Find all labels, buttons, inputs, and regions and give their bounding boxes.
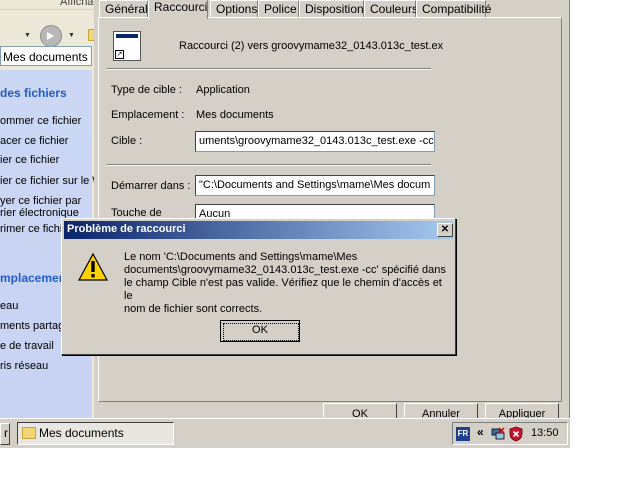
place-network[interactable]: ris réseau <box>0 360 48 372</box>
explorer-menubar: Affichage <box>0 0 100 10</box>
tab-raccourci[interactable]: Raccourci <box>148 0 208 19</box>
tab-options[interactable]: Options <box>210 0 258 18</box>
target-type-label: Type de cible : <box>111 84 182 96</box>
tab-compatibilite[interactable]: Compatibilité <box>416 0 491 18</box>
error-message: Le nom 'C:\Documents and Settings\mame\M… <box>124 251 446 315</box>
shortcut-arrow-icon: ↗ <box>115 50 124 59</box>
tab-couleurs[interactable]: Couleurs <box>364 0 418 18</box>
address-value: Mes documents <box>3 50 88 64</box>
address-bar[interactable]: Mes documents <box>0 46 92 66</box>
explorer-window: Affichage ▼ ▼ Mes documents des fichiers… <box>0 0 100 418</box>
forward-dropdown-icon[interactable]: ▼ <box>68 32 75 39</box>
tab-strip: Général Raccourci Options Police Disposi… <box>94 0 570 19</box>
task-copy-file[interactable]: ier ce fichier <box>0 154 59 166</box>
error-dialog-titlebar[interactable]: Problème de raccourci ✕ <box>64 221 453 239</box>
task-move-file[interactable]: acer ce fichier <box>0 135 68 147</box>
taskbar-item-mes-documents[interactable]: Mes documents <box>17 422 174 445</box>
separator <box>107 164 431 166</box>
start-in-input-value: "C:\Documents and Settings\mame\Mes docu… <box>199 179 431 191</box>
shortcut-name: Raccourci (2) vers groovymame32_0143.013… <box>179 40 444 52</box>
forward-arrow-icon[interactable] <box>40 25 62 47</box>
folder-icon <box>22 427 36 439</box>
task-publish-file[interactable]: ier ce fichier sur le W <box>0 175 100 187</box>
start-button[interactable]: r <box>0 423 10 445</box>
explorer-toolbar: ▼ ▼ <box>0 10 100 47</box>
taskbar-item-label: Mes documents <box>39 426 124 440</box>
network-icon[interactable] <box>491 427 505 441</box>
target-label: Cible : <box>111 135 143 147</box>
separator <box>107 68 431 70</box>
start-in-label: Démarrer dans : <box>111 180 191 192</box>
start-in-input[interactable]: "C:\Documents and Settings\mame\Mes docu… <box>195 175 435 196</box>
target-input[interactable]: uments\groovymame32_0143.013c_test.exe -… <box>195 131 435 152</box>
taskbar: r Mes documents FR « 13:50 <box>0 418 570 448</box>
tab-disposition[interactable]: Disposition <box>299 0 364 18</box>
target-input-value: uments\groovymame32_0143.013c_test.exe -… <box>199 135 435 147</box>
warning-icon <box>78 253 108 281</box>
task-print-file[interactable]: rimer ce fichi <box>0 223 62 235</box>
location-value: Mes documents <box>196 109 274 121</box>
task-section-header-files[interactable]: des fichiers <box>0 86 67 100</box>
location-label: Emplacement : <box>111 109 185 121</box>
close-icon[interactable]: ✕ <box>437 223 453 237</box>
language-indicator[interactable]: FR <box>456 427 470 441</box>
back-dropdown-icon[interactable]: ▼ <box>24 32 31 39</box>
shortcut-error-dialog: Problème de raccourci ✕ Le nom 'C:\Docum… <box>61 218 456 355</box>
clock[interactable]: 13:50 <box>531 427 559 439</box>
error-dialog-title: Problème de raccourci <box>67 223 186 235</box>
security-shield-icon[interactable] <box>509 426 523 442</box>
shortcut-properties-dialog: Général Raccourci Options Police Disposi… <box>94 0 570 425</box>
show-hidden-icons-chevron-icon[interactable]: « <box>477 425 484 439</box>
target-type-value: Application <box>196 84 250 96</box>
tab-general[interactable]: Général <box>99 0 148 18</box>
task-email-file-line1[interactable]: yer ce fichier par <box>0 195 81 207</box>
tab-police[interactable]: Police <box>258 0 299 18</box>
error-ok-button[interactable]: OK <box>220 320 300 342</box>
shortcut-app-icon: ↗ <box>113 31 141 61</box>
place-shared-docs[interactable]: ments partag <box>0 320 64 332</box>
place-desktop[interactable]: eau <box>0 300 18 312</box>
task-section-header-places[interactable]: mplacemen <box>0 271 66 285</box>
place-workstation[interactable]: e de travail <box>0 340 54 352</box>
task-rename-file[interactable]: ommer ce fichier <box>0 115 81 127</box>
system-tray: FR « 13:50 <box>452 422 568 445</box>
